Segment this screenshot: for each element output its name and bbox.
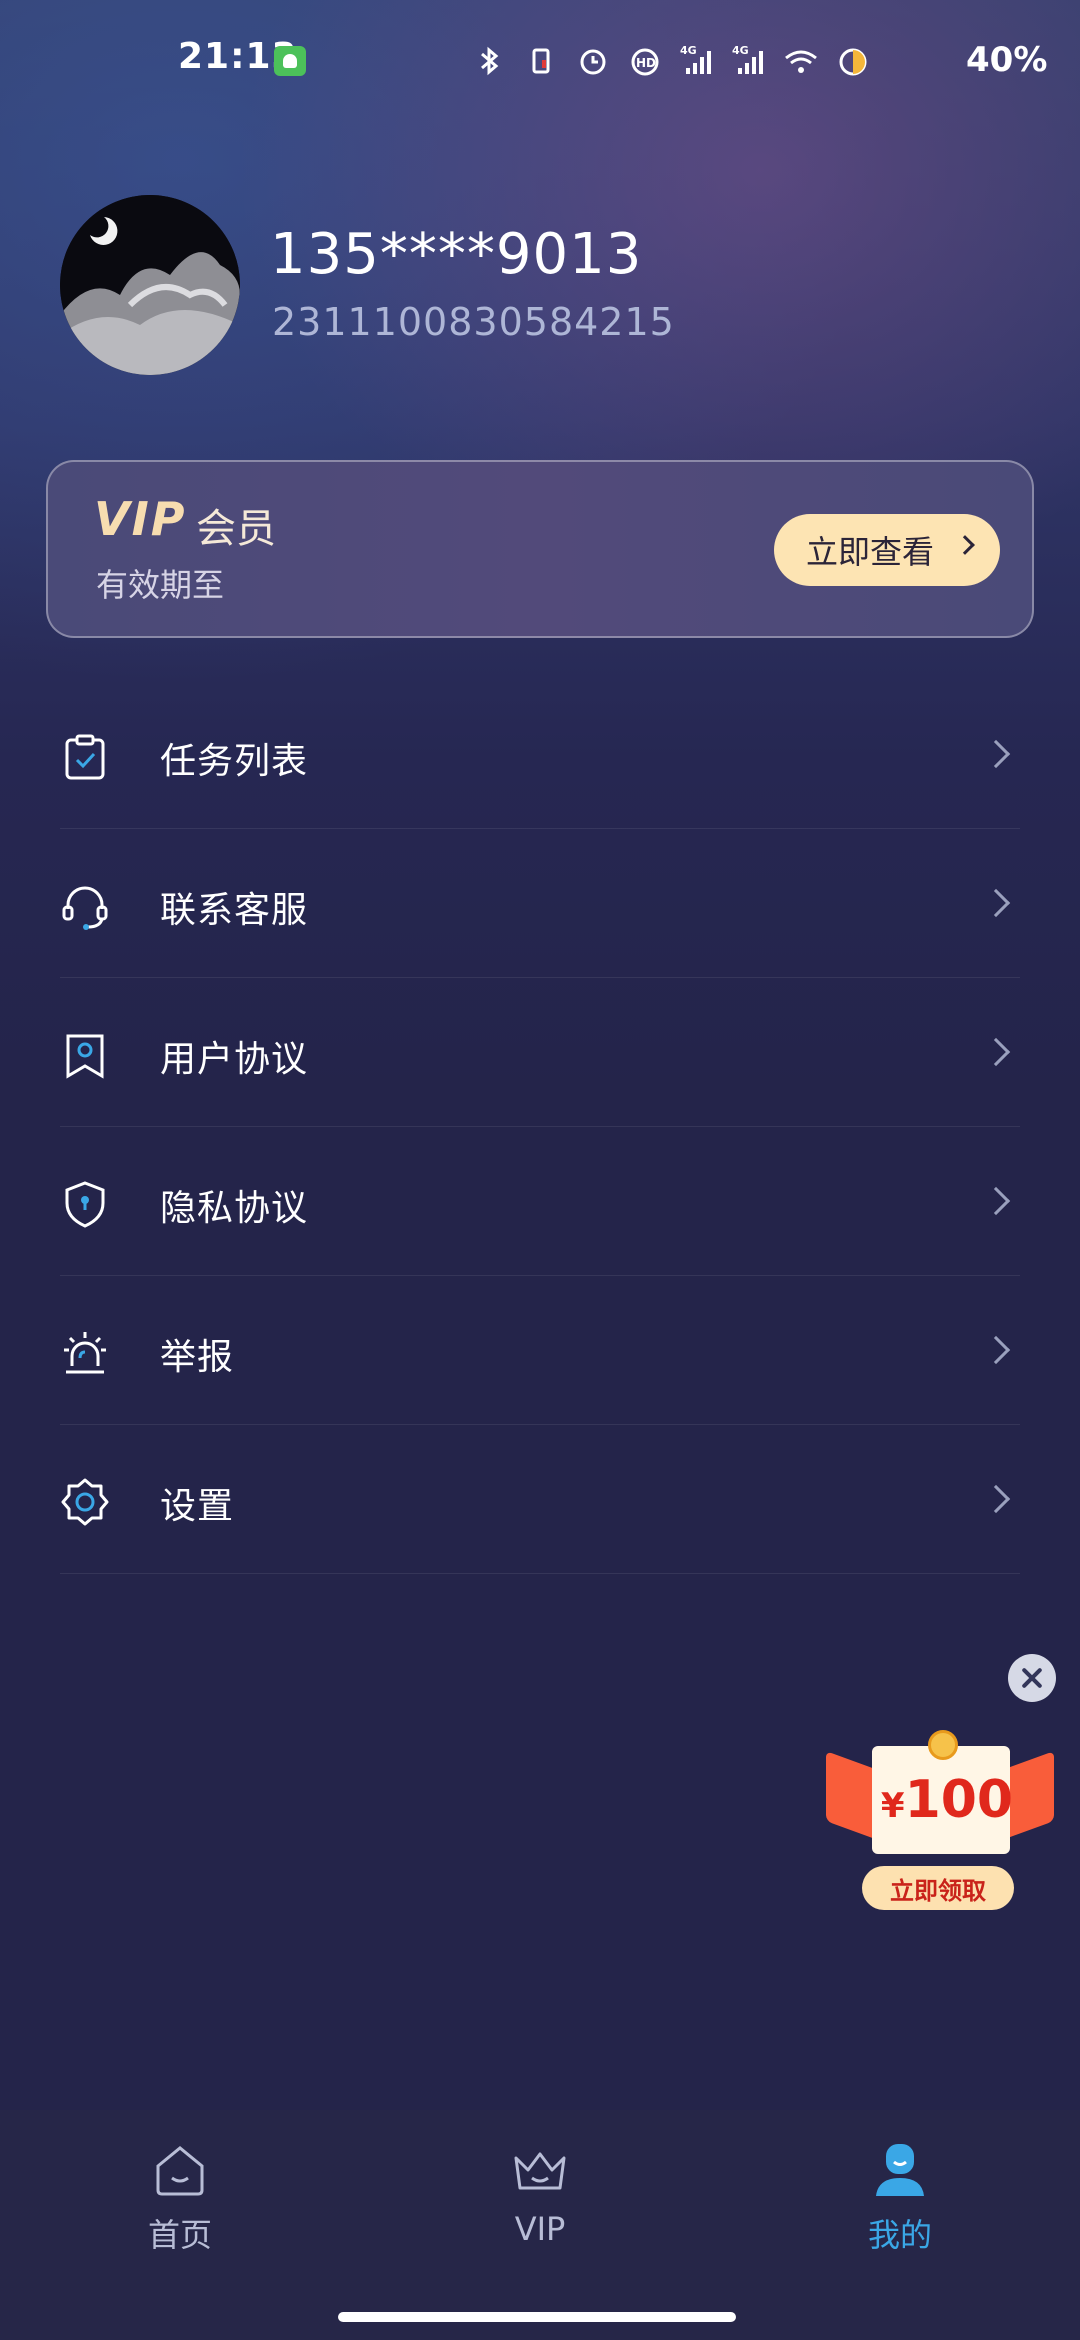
chevron-right-icon [955,535,975,555]
chevron-right-icon [981,888,1011,918]
battery-icon [834,42,872,80]
alarm-icon [574,42,612,80]
hd-icon: HD [626,42,664,80]
alarm-siren-icon [60,1328,110,1378]
tab-mine-label: 我的 [867,2216,932,2254]
crown-icon [514,2152,566,2190]
bookmark-user-icon [60,1030,110,1080]
tab-vip-label: VIP [514,2210,566,2248]
menu-item-customer-service[interactable]: 联系客服 [60,829,1020,978]
status-icons: HD 4G 4G [470,36,872,86]
menu-item-user-agreement[interactable]: 用户协议 [60,978,1020,1127]
menu-item-label: 设置 [160,1486,235,1527]
signal-4g-icon: 4G [678,42,716,80]
claim-now-button[interactable]: 立即领取 [862,1866,1014,1910]
vip-expiry-label: 有效期至 [96,566,225,604]
menu-item-label: 联系客服 [160,890,309,931]
vip-card[interactable]: VIP 会员 有效期至 立即查看 [46,460,1034,638]
vip-title: 会员 [196,506,276,552]
menu-item-label: 任务列表 [160,741,309,782]
view-vip-button-label: 立即查看 [806,533,935,571]
home-indicator[interactable] [338,2312,736,2322]
tab-mine[interactable]: 我的 [800,2140,1000,2280]
user-phone: 135****9013 [270,222,643,287]
menu-item-privacy-policy[interactable]: 隐私协议 [60,1127,1020,1276]
tab-vip[interactable]: VIP [440,2140,640,2280]
vip-logo: VIP [94,492,187,546]
bluetooth-icon [470,42,508,80]
amount-value: 100 [904,1770,1014,1830]
gear-icon [60,1477,110,1527]
svg-text:4G: 4G [680,44,697,57]
view-vip-button[interactable]: 立即查看 [774,514,1000,586]
chevron-right-icon [981,1335,1011,1365]
chevron-right-icon [981,1037,1011,1067]
svg-text:HD: HD [636,56,656,70]
avatar[interactable] [60,195,240,375]
svg-text:4G: 4G [732,44,749,57]
currency-symbol: ¥ [880,1786,905,1826]
menu-item-report[interactable]: 举报 [60,1276,1020,1425]
bottom-nav: 首页 VIP 我的 [0,2110,1080,2340]
wifi-icon [782,42,820,80]
tab-home-label: 首页 [147,2216,212,2254]
vibrate-icon [522,42,560,80]
task-list-icon [60,732,110,782]
menu-item-task-list[interactable]: 任务列表 [60,680,1020,829]
battery-percentage: 40% [966,40,1048,80]
home-icon [156,2146,204,2196]
tab-home[interactable]: 首页 [80,2140,280,2280]
profile-icon [876,2144,924,2196]
chevron-right-icon [981,1484,1011,1514]
signal-4g-icon: 4G [730,42,768,80]
close-promo-button[interactable] [1008,1654,1056,1702]
chevron-right-icon [981,739,1011,769]
red-packet-amount: ¥100 [872,1770,1022,1830]
status-bar: 21:13 HD 4G 4G 40% [0,0,1080,120]
menu-item-label: 隐私协议 [160,1188,309,1229]
android-notification-icon [274,46,306,76]
headset-icon [60,881,110,931]
shield-lock-icon [60,1179,110,1229]
chevron-right-icon [981,1186,1011,1216]
menu-item-label: 用户协议 [160,1039,309,1080]
user-id: 2311100830584215 [272,300,675,344]
menu-item-settings[interactable]: 设置 [60,1425,1020,1574]
red-packet-promo[interactable]: ¥100 立即领取 [826,1728,1054,1944]
menu-item-label: 举报 [160,1337,235,1378]
settings-menu: 任务列表 联系客服 用户协议 隐私协议 举报 设置 [60,680,1020,1574]
coin-icon [928,1730,958,1760]
